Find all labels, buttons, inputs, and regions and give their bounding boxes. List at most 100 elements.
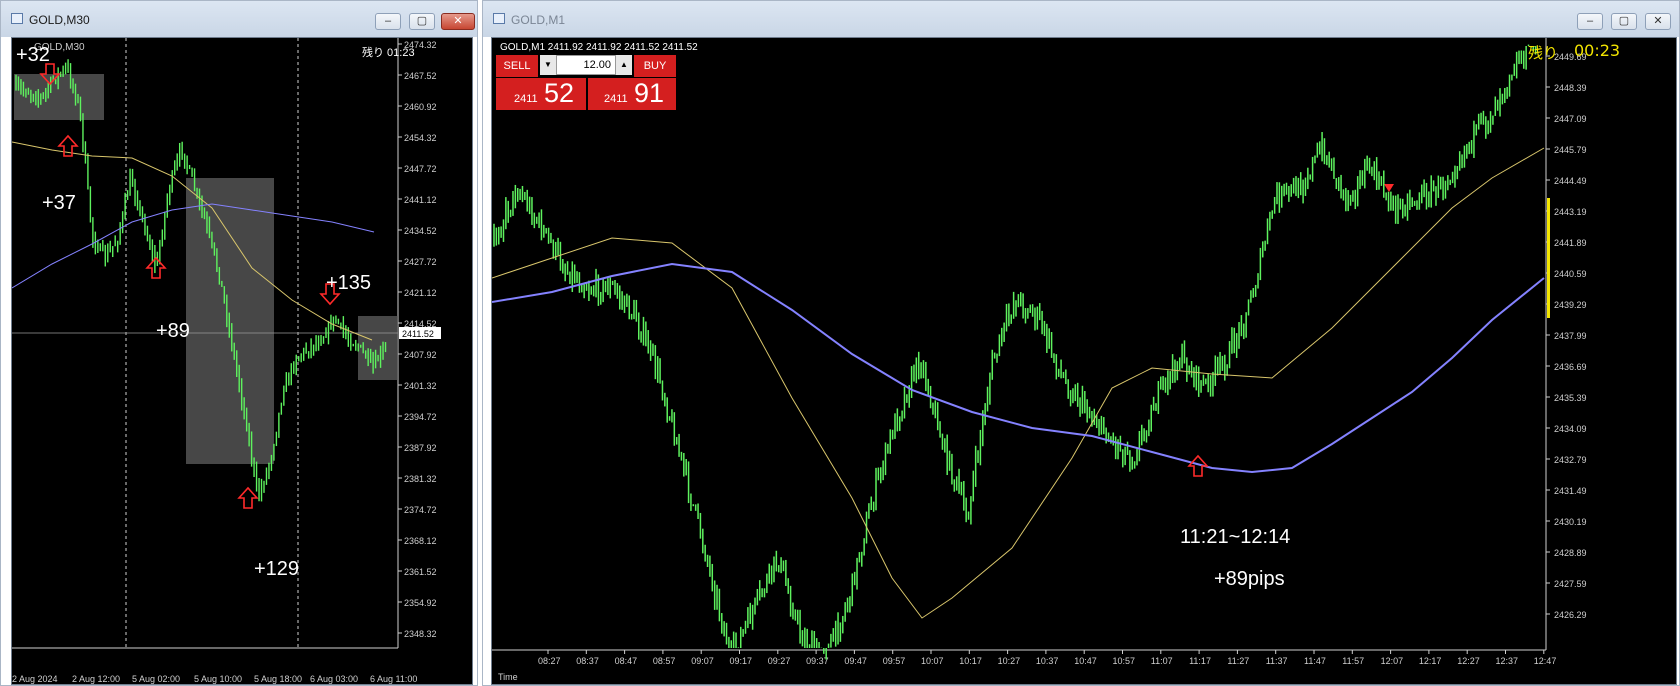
trade-time-annotation: 11:21~12:14	[1180, 526, 1291, 548]
x-axis-tick-label: 11:37	[1266, 656, 1288, 666]
y-axis-tick-label: 2430.19	[1554, 517, 1587, 527]
annotation-label: +32	[16, 44, 50, 66]
x-axis-tick-label: 12:47	[1534, 656, 1557, 666]
x-axis-tick-label: 08:27	[538, 656, 561, 666]
trade-pips-annotation: +89pips	[1214, 568, 1285, 590]
right-chart-window: GOLD,M1 – ▢ ✕ 2449.69 2448.39 2447.09 2445.…	[482, 0, 1680, 686]
y-axis-tick-label: 2437.99	[1554, 331, 1587, 341]
y-axis-tick-label: 2444.49	[1554, 176, 1587, 186]
minimize-button[interactable]: –	[375, 13, 401, 30]
sell-price-button[interactable]: 2411 52	[496, 78, 586, 110]
y-axis-tick-label: 2441.89	[1554, 238, 1587, 248]
y-axis-tick-label: 2381.32	[404, 474, 437, 484]
annotation-label: +89	[156, 320, 190, 342]
highlight-box	[14, 74, 104, 120]
sell-price-big: 52	[544, 78, 575, 108]
signal-arrow-icon	[237, 486, 259, 509]
x-axis-tick-label: 6 Aug 11:00	[370, 674, 417, 684]
y-axis-tick-label: 2421.12	[404, 288, 437, 298]
sell-button[interactable]: SELL	[496, 55, 538, 77]
x-axis-tick-label: 08:57	[653, 656, 676, 666]
y-axis-tick-label: 2361.52	[404, 567, 437, 577]
y-axis-tick-label: 2374.72	[404, 505, 437, 515]
buy-price-button[interactable]: 2411 91	[588, 78, 676, 110]
x-axis-tick-label: 10:57	[1113, 656, 1136, 666]
x-axis-tick-label: 12:07	[1381, 656, 1404, 666]
left-chart-canvas: 2474.322467.522460.922454.322447.722441.…	[12, 38, 441, 684]
current-price-tag-label: 2411.52	[402, 329, 434, 339]
y-axis-tick-label: 2447.09	[1554, 114, 1587, 124]
y-axis-tick-label: 2354.92	[404, 598, 437, 608]
x-axis-tick-label: 09:27	[768, 656, 791, 666]
y-axis-tick-label: 2441.12	[404, 195, 437, 205]
y-axis-tick-label: 2467.52	[404, 71, 437, 81]
lot-decrease-button[interactable]: ▼	[540, 55, 556, 75]
y-axis-tick-label: 2443.19	[1554, 207, 1587, 217]
minimize-button[interactable]: –	[1577, 13, 1603, 30]
y-axis-tick-label: 2427.59	[1554, 579, 1587, 589]
bar-timer-value: 00:23	[1574, 41, 1621, 60]
x-axis-tick-label: 08:37	[576, 656, 599, 666]
x-axis-tick-label: 6 Aug 03:00	[310, 674, 358, 684]
annotation-label: +129	[254, 558, 300, 580]
y-axis-tick-label: 2432.79	[1554, 455, 1587, 465]
x-axis-tick-label: 11:17	[1189, 656, 1211, 666]
y-axis-tick-label: 2426.29	[1554, 610, 1587, 620]
close-button[interactable]: ✕	[441, 13, 475, 30]
chart-window-icon	[493, 13, 505, 24]
x-axis-tick-label: 10:07	[921, 656, 944, 666]
x-axis-tick-label: 2 Aug 2024	[12, 674, 58, 684]
x-axis-tick-label: 12:17	[1419, 656, 1442, 666]
y-axis-tick-label: 2427.72	[404, 257, 437, 267]
bid-ask-range-marker	[1547, 198, 1550, 318]
lot-increase-button[interactable]: ▲	[616, 55, 632, 75]
y-axis-tick-label: 2445.79	[1554, 145, 1587, 155]
exit-arrow-icon	[1384, 184, 1394, 192]
x-axis-tick-label: 11:47	[1304, 656, 1326, 666]
x-axis-tick-label: 5 Aug 02:00	[132, 674, 180, 684]
y-axis-tick-label: 2436.69	[1554, 362, 1587, 372]
left-window-title: GOLD,M30	[29, 13, 90, 27]
signal-arrow-icon	[145, 256, 167, 279]
annotation-label: +37	[42, 192, 76, 214]
y-axis-tick-label: 2368.12	[404, 536, 437, 546]
highlight-box	[358, 316, 398, 380]
y-axis-tick-label: 2460.92	[404, 102, 437, 112]
x-axis-tick-label: 09:07	[691, 656, 714, 666]
buy-button[interactable]: BUY	[634, 55, 676, 77]
x-axis-tick-label: 11:57	[1342, 656, 1364, 666]
bar-timer-label: 残り	[1528, 44, 1559, 62]
y-axis-tick-label: 2434.52	[404, 226, 437, 236]
y-axis-tick-label: 2447.72	[404, 164, 437, 174]
maximize-button[interactable]: ▢	[1611, 13, 1637, 30]
buy-price-big: 91	[634, 78, 665, 108]
x-axis-tick-label: 5 Aug 10:00	[194, 674, 242, 684]
x-axis-tick-label: 2 Aug 12:00	[72, 674, 120, 684]
x-axis-tick-label: 09:57	[883, 656, 906, 666]
right-price-chart[interactable]: 2449.69 2448.39 2447.09 2445.79 2444.49 2443.…	[491, 37, 1677, 685]
lot-size-input[interactable]	[556, 55, 616, 75]
left-window-titlebar[interactable]: GOLD,M30 – ▢ ✕	[1, 1, 477, 37]
maximize-button[interactable]: ▢	[409, 13, 435, 30]
close-button[interactable]: ✕	[1645, 13, 1671, 30]
right-window-titlebar[interactable]: GOLD,M1 – ▢ ✕	[483, 1, 1679, 37]
x-axis-tick-label: 12:27	[1457, 656, 1480, 666]
right-chart-canvas: 2449.692448.392447.092445.792444.492443.…	[492, 38, 1587, 666]
x-axis-tick-label: 10:27	[998, 656, 1021, 666]
x-axis-tick-label: 5 Aug 18:00	[254, 674, 302, 684]
x-axis-tick-label: 12:37	[1496, 656, 1519, 666]
left-price-chart[interactable]: 2474.32 2467.52 2460.92 2454.32 2447.72 2441.…	[11, 37, 473, 685]
left-chart-window: GOLD,M30 – ▢ ✕ 2474.32 2467.52 2460.92 2454…	[0, 0, 478, 686]
y-axis-tick-label: 2401.32	[404, 381, 437, 391]
x-axis-tick-label: 11:27	[1227, 656, 1249, 666]
y-axis-tick-label: 2448.39	[1554, 83, 1587, 93]
y-axis-tick-label: 2387.92	[404, 443, 437, 453]
y-axis-tick-label: 2431.49	[1554, 486, 1587, 496]
bar-timer: 残り 01:23	[362, 47, 415, 59]
y-axis-tick-label: 2435.39	[1554, 393, 1587, 403]
x-axis-tick-label: 10:17	[959, 656, 982, 666]
sell-price-prefix: 2411	[514, 93, 538, 105]
y-axis-tick-label: 2439.29	[1554, 300, 1587, 310]
symbol-label: GOLD,M1 2411.92 2411.92 2411.52 2411.52	[500, 42, 698, 53]
right-window-title: GOLD,M1	[511, 13, 566, 27]
